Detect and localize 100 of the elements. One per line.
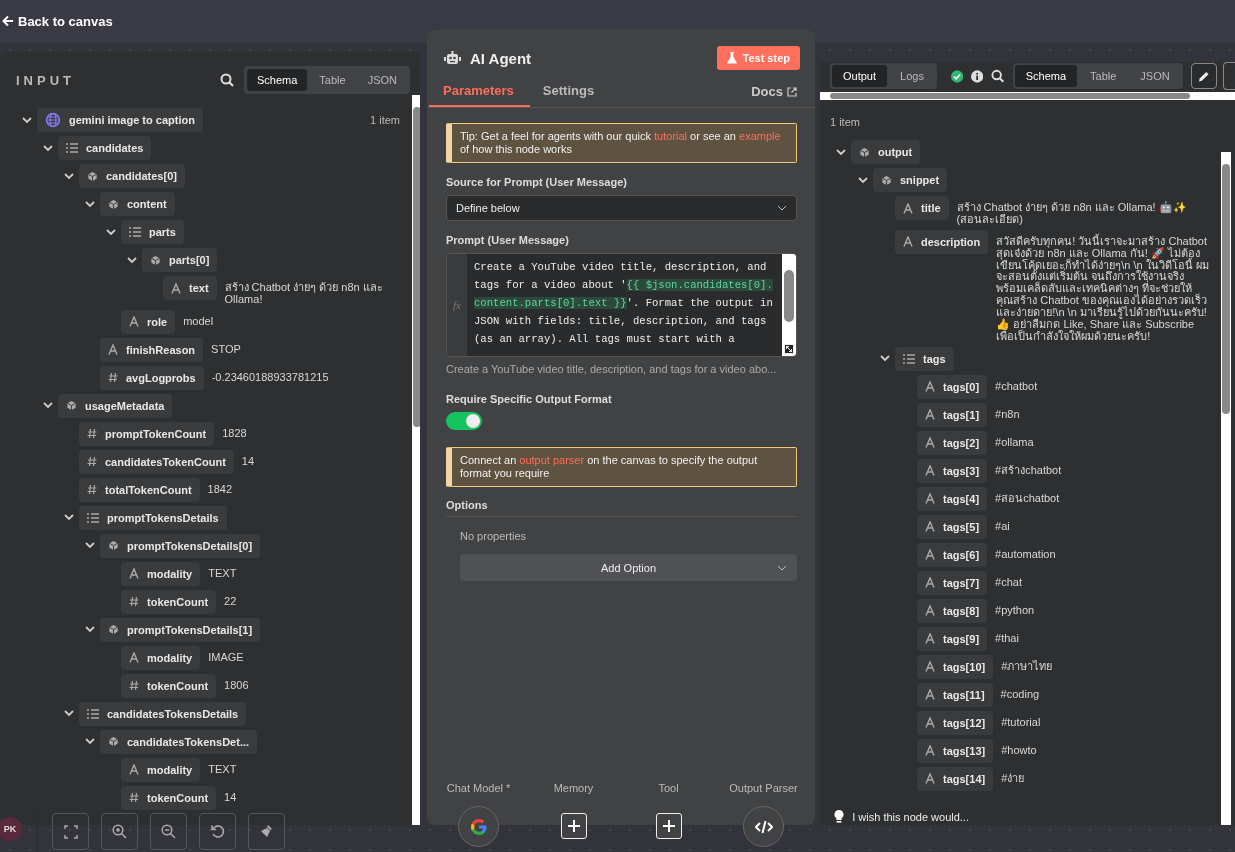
field-pill[interactable]: promptTokensDetails (79, 505, 227, 530)
field-pill[interactable]: tags[0] (917, 374, 988, 399)
field-pill[interactable]: candidatesTokensDet... (100, 729, 258, 754)
empty-text: No properties (460, 530, 528, 542)
mode-tab[interactable]: Output (832, 65, 888, 87)
toggle-switch[interactable] (446, 412, 482, 430)
field-pill[interactable]: modality (121, 561, 201, 586)
add-connection-button[interactable] (560, 813, 587, 839)
chevron-icon[interactable] (64, 172, 74, 180)
canvas-tool-button[interactable] (101, 813, 138, 850)
field-pill[interactable]: tags[11] (917, 682, 993, 707)
canvas-tool-button[interactable] (52, 813, 89, 850)
item-count: 1 item (829, 115, 861, 128)
chevron-icon[interactable] (106, 228, 116, 236)
field-pill[interactable]: avgLogprobs (100, 365, 204, 390)
field-pill[interactable]: tags[12] (917, 710, 994, 735)
field-pill[interactable]: tags[9] (917, 626, 988, 651)
add-option-button[interactable]: Add Option (460, 554, 797, 581)
field-pill[interactable]: promptTokensDetails[0] (100, 533, 261, 558)
view-tab[interactable]: JSON (357, 69, 407, 91)
field-pill[interactable]: tags[4] (917, 486, 988, 511)
field-pill[interactable]: tags[3] (917, 458, 988, 483)
field-pill[interactable]: modality (121, 757, 201, 782)
chevron-icon[interactable] (836, 148, 846, 156)
chevron-icon[interactable] (64, 710, 74, 718)
model-node[interactable] (458, 806, 499, 847)
field-pill[interactable]: title (895, 196, 949, 220)
toolbar-button[interactable] (1222, 62, 1235, 90)
field-pill[interactable]: tags[5] (917, 514, 988, 539)
field-pill[interactable]: description (895, 229, 989, 254)
field-pill[interactable]: tags (895, 346, 954, 371)
vertical-scrollbar[interactable] (1221, 152, 1231, 825)
field-pill[interactable]: tags[13] (917, 738, 994, 763)
chevron-icon[interactable] (858, 176, 868, 184)
field-pill[interactable]: tags[6] (917, 542, 988, 567)
canvas-tool-button[interactable] (199, 813, 236, 850)
field-pill[interactable]: candidates[0] (79, 164, 185, 188)
chevron-icon[interactable] (127, 256, 137, 264)
field-pill[interactable]: content (100, 192, 175, 216)
add-connection-button[interactable] (655, 813, 682, 839)
field-pill[interactable]: tags[8] (917, 598, 988, 623)
panel-tab[interactable]: Settings (529, 83, 608, 107)
chevron-icon[interactable] (43, 402, 53, 410)
editor-scrollbar[interactable] (782, 254, 796, 356)
field-pill[interactable]: tags[2] (917, 430, 988, 455)
field-pill[interactable]: candidatesTokensDetails (79, 701, 247, 726)
field-pill[interactable]: snippet (873, 168, 948, 192)
canvas-tool-button[interactable] (248, 813, 285, 850)
field-pill[interactable]: tokenCount (121, 673, 217, 698)
view-tab[interactable]: Schema (247, 69, 308, 91)
field-pill[interactable]: output (851, 140, 921, 164)
field-pill[interactable]: usageMetadata (58, 393, 173, 418)
view-tab[interactable]: Table (309, 69, 356, 91)
view-tab[interactable]: JSON (1129, 65, 1181, 87)
chevron-icon[interactable] (85, 200, 95, 208)
edit-button[interactable] (1190, 63, 1217, 89)
field-pill[interactable]: tokenCount (121, 785, 217, 810)
chevron-icon[interactable] (22, 116, 32, 124)
prompt-source-dropdown[interactable]: Define below (446, 195, 797, 221)
pencil-icon (1197, 69, 1210, 83)
field-pill[interactable]: tags[14] (917, 766, 994, 791)
field-pill[interactable]: tags[1] (917, 402, 988, 427)
field-pill[interactable]: candidatesTokenCount (79, 449, 234, 474)
field-pill[interactable]: candidates (58, 136, 152, 160)
view-tab[interactable]: Schema (1014, 65, 1078, 87)
field-pill[interactable]: totalTokenCount (79, 477, 200, 502)
chevron-icon[interactable] (64, 514, 74, 522)
field-pill[interactable]: tags[7] (917, 570, 988, 595)
field-pill[interactable]: promptTokensDetails[1] (100, 617, 261, 642)
vertical-scrollbar[interactable] (412, 95, 420, 825)
search-icon[interactable] (220, 73, 234, 87)
field-pill[interactable]: gemini image to caption (37, 108, 203, 132)
chevron-icon[interactable] (43, 144, 53, 152)
field-pill[interactable]: parts[0] (142, 248, 218, 272)
field-pill[interactable]: finishReason (100, 337, 204, 362)
parser-node[interactable] (743, 806, 784, 847)
chevron-icon[interactable] (85, 626, 95, 634)
prompt-editor[interactable] (446, 253, 797, 357)
field-pill[interactable]: text (163, 276, 217, 300)
search-icon[interactable] (991, 69, 1005, 83)
docs-link[interactable]: Docs (751, 84, 797, 107)
resize-icon[interactable] (784, 344, 794, 354)
globe-icon (45, 112, 61, 128)
chevron-icon[interactable] (85, 542, 95, 550)
canvas-tool-button[interactable] (150, 813, 187, 850)
field-pill[interactable]: tags[10] (917, 654, 994, 679)
mode-tab[interactable]: Logs (889, 65, 935, 87)
back-to-canvas-button[interactable]: Back to canvas (2, 13, 113, 29)
field-pill[interactable]: modality (121, 645, 201, 670)
field-pill[interactable]: parts (121, 220, 184, 244)
chevron-icon[interactable] (880, 355, 890, 363)
chevron-icon[interactable] (85, 738, 95, 746)
field-pill[interactable]: promptTokenCount (79, 421, 215, 446)
info-icon[interactable] (971, 69, 984, 83)
field-pill[interactable]: tokenCount (121, 589, 217, 614)
field-pill[interactable]: role (121, 309, 176, 334)
field-value: สร้าง Chatbot ง่ายๆ ด้วย n8n และ Ollama! (224, 280, 384, 306)
horizontal-scrollbar[interactable] (820, 92, 1235, 100)
panel-tab[interactable]: Parameters (429, 83, 530, 107)
view-tab[interactable]: Table (1079, 65, 1128, 87)
